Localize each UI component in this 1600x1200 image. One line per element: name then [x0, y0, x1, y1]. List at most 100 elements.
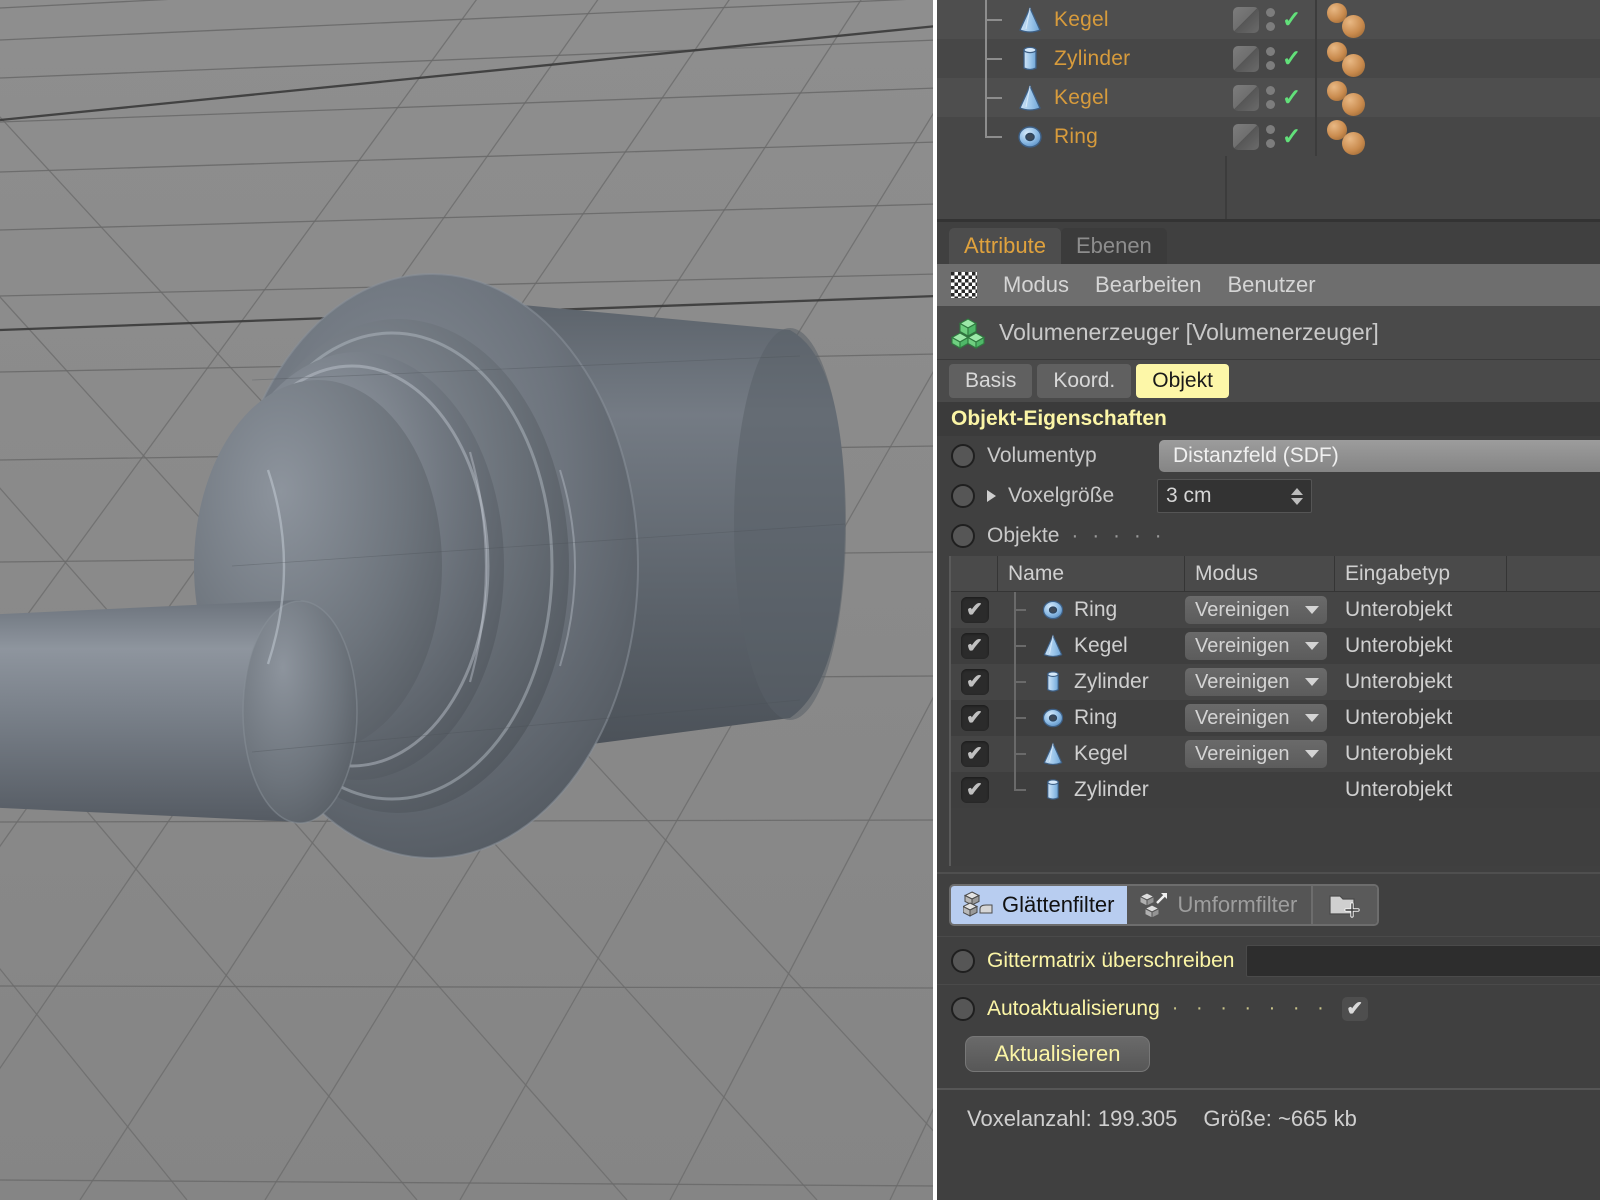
row-type-label: Unterobjekt — [1345, 670, 1453, 693]
object-manager-rows: Kegel ✓ Zylinder ✓ Kegel ✓ Ring ✓ — [937, 0, 1600, 156]
row-checkbox[interactable]: ✔ — [960, 741, 989, 767]
menu-benutzer[interactable]: Benutzer — [1227, 272, 1315, 298]
viewport-panel-divider — [933, 0, 937, 1200]
expand-triangle-icon[interactable] — [987, 490, 996, 502]
material-tag-icon[interactable] — [1233, 6, 1259, 33]
objekte-marker[interactable] — [951, 524, 975, 548]
object-manager-empty-area[interactable] — [937, 156, 1600, 222]
object-title: Volumenerzeuger [Volumenerzeuger] — [999, 319, 1379, 345]
row-name-cell: Ring — [998, 700, 1185, 736]
checkerboard-icon[interactable] — [951, 272, 977, 298]
table-row[interactable]: ✔ Zylinder Vereinigen Unterobjekt — [951, 664, 1600, 700]
volumentyp-marker[interactable] — [951, 444, 975, 468]
table-row[interactable]: ✔ Ring Vereinigen Unterobjekt — [951, 592, 1600, 628]
object-manager-row[interactable]: Zylinder ✓ — [937, 39, 1600, 78]
object-tags: ✓ — [1233, 39, 1301, 78]
row-type-label: Unterobjekt — [1345, 778, 1453, 801]
object-manager-row[interactable]: Kegel ✓ — [937, 0, 1600, 39]
row-mode-cell: Vereinigen — [1185, 736, 1335, 772]
cone-icon — [1040, 741, 1066, 767]
subtab-objekt[interactable]: Objekt — [1136, 364, 1229, 398]
spinner-arrows-icon[interactable] — [1291, 487, 1303, 505]
mode-dropdown[interactable]: Vereinigen — [1185, 704, 1327, 732]
cylinder-icon — [1040, 777, 1066, 803]
col-name[interactable]: Name — [998, 555, 1185, 592]
tab-attribute[interactable]: Attribute — [949, 228, 1061, 264]
mode-value: Vereinigen — [1195, 670, 1290, 693]
gittermatrix-marker[interactable] — [951, 948, 975, 973]
material-tag-icon[interactable] — [1233, 84, 1259, 111]
right-panel: Kegel ✓ Zylinder ✓ Kegel ✓ Ring ✓ Attrib… — [937, 0, 1600, 1200]
objects-table-empty-area[interactable] — [951, 808, 1600, 866]
object-header: Volumenerzeuger [Volumenerzeuger] — [937, 306, 1600, 360]
object-manager-item-label: Kegel — [1054, 7, 1109, 31]
voxelgroesse-marker[interactable] — [951, 484, 975, 508]
attribute-menubar: Modus Bearbeiten Benutzer — [937, 264, 1600, 306]
material-tag-icon[interactable] — [1233, 123, 1259, 150]
voxel-count-label: Voxelanzahl: 199.305 — [967, 1106, 1178, 1131]
col-check — [951, 555, 998, 592]
3d-viewport[interactable] — [0, 0, 937, 1200]
visibility-dots-icon[interactable] — [1266, 47, 1275, 70]
voxelgroesse-input[interactable]: 3 cm — [1157, 479, 1312, 513]
mode-dropdown[interactable]: Vereinigen — [1185, 632, 1327, 660]
smooth-filter-icon — [963, 891, 993, 917]
col-modus[interactable]: Modus — [1185, 555, 1335, 592]
subtab-basis[interactable]: Basis — [949, 364, 1033, 398]
object-manager[interactable]: Kegel ✓ Zylinder ✓ Kegel ✓ Ring ✓ — [937, 0, 1600, 222]
tab-ebenen[interactable]: Ebenen — [1060, 228, 1167, 264]
enabled-check-icon[interactable]: ✓ — [1282, 8, 1301, 31]
visibility-dots-icon[interactable] — [1266, 125, 1275, 148]
table-row[interactable]: ✔ Zylinder Unterobjekt — [951, 772, 1600, 808]
mode-dropdown[interactable]: Vereinigen — [1185, 740, 1327, 768]
object-subtabs: Basis Koord. Objekt — [937, 360, 1600, 402]
table-row[interactable]: ✔ Kegel Vereinigen Unterobjekt — [951, 628, 1600, 664]
enabled-check-icon[interactable]: ✓ — [1282, 86, 1301, 109]
chevron-down-icon — [1305, 750, 1319, 758]
reshape-filter-button[interactable]: Umformfilter — [1126, 886, 1311, 924]
objects-table[interactable]: Name Modus Eingabetyp ✔ Ring Vereinigen … — [949, 555, 1600, 866]
object-manager-row[interactable]: Ring ✓ — [937, 117, 1600, 156]
row-checkbox-cell: ✔ — [951, 736, 998, 772]
visibility-dots-icon[interactable] — [1266, 86, 1275, 109]
col-eingabetyp[interactable]: Eingabetyp — [1335, 555, 1507, 592]
voxelgroesse-value: 3 cm — [1166, 484, 1212, 507]
visibility-dots-icon[interactable] — [1266, 8, 1275, 31]
smooth-filter-button[interactable]: Glättenfilter — [951, 886, 1127, 924]
add-filter-button[interactable] — [1311, 886, 1377, 924]
green-cubes-icon — [951, 317, 985, 349]
mode-dropdown[interactable]: Vereinigen — [1185, 668, 1327, 696]
chevron-down-icon — [1305, 714, 1319, 722]
status-bar: Voxelanzahl: 199.305 Größe: ~665 kb — [937, 1088, 1600, 1148]
mode-value: Vereinigen — [1195, 742, 1290, 765]
enabled-check-icon[interactable]: ✓ — [1282, 125, 1301, 148]
menu-bearbeiten[interactable]: Bearbeiten — [1095, 272, 1201, 298]
enabled-check-icon[interactable]: ✓ — [1282, 47, 1301, 70]
cylinder-icon — [1015, 44, 1045, 74]
tree-connector — [937, 117, 1015, 156]
table-row[interactable]: ✔ Kegel Vereinigen Unterobjekt — [951, 736, 1600, 772]
volumentyp-dropdown[interactable]: Distanzfeld (SDF) — [1159, 440, 1600, 472]
row-checkbox[interactable]: ✔ — [960, 777, 989, 803]
material-tag-icon[interactable] — [1233, 45, 1259, 72]
mode-value: Vereinigen — [1195, 634, 1290, 657]
object-manager-row[interactable]: Kegel ✓ — [937, 78, 1600, 117]
row-checkbox[interactable]: ✔ — [960, 633, 989, 659]
row-gittermatrix: Gittermatrix überschreiben — [937, 936, 1600, 984]
mode-dropdown[interactable]: Vereinigen — [1185, 596, 1327, 624]
row-checkbox[interactable]: ✔ — [960, 597, 989, 623]
row-checkbox[interactable]: ✔ — [960, 705, 989, 731]
gittermatrix-field[interactable] — [1246, 944, 1600, 977]
tree-connector — [1008, 628, 1032, 664]
aktualisieren-button[interactable]: Aktualisieren — [965, 1036, 1150, 1072]
row-checkbox[interactable]: ✔ — [960, 669, 989, 695]
table-row[interactable]: ✔ Ring Vereinigen Unterobjekt — [951, 700, 1600, 736]
autoaktualisierung-checkbox[interactable]: ✔ — [1341, 996, 1368, 1021]
row-mode-cell — [1185, 772, 1335, 808]
row-volumentyp: Volumentyp Distanzfeld (SDF) — [937, 436, 1600, 476]
tree-connector — [937, 39, 1015, 78]
menu-modus[interactable]: Modus — [1003, 272, 1069, 298]
row-mode-cell: Vereinigen — [1185, 592, 1335, 628]
subtab-koord[interactable]: Koord. — [1037, 364, 1132, 398]
autoaktualisierung-marker[interactable] — [951, 996, 975, 1021]
